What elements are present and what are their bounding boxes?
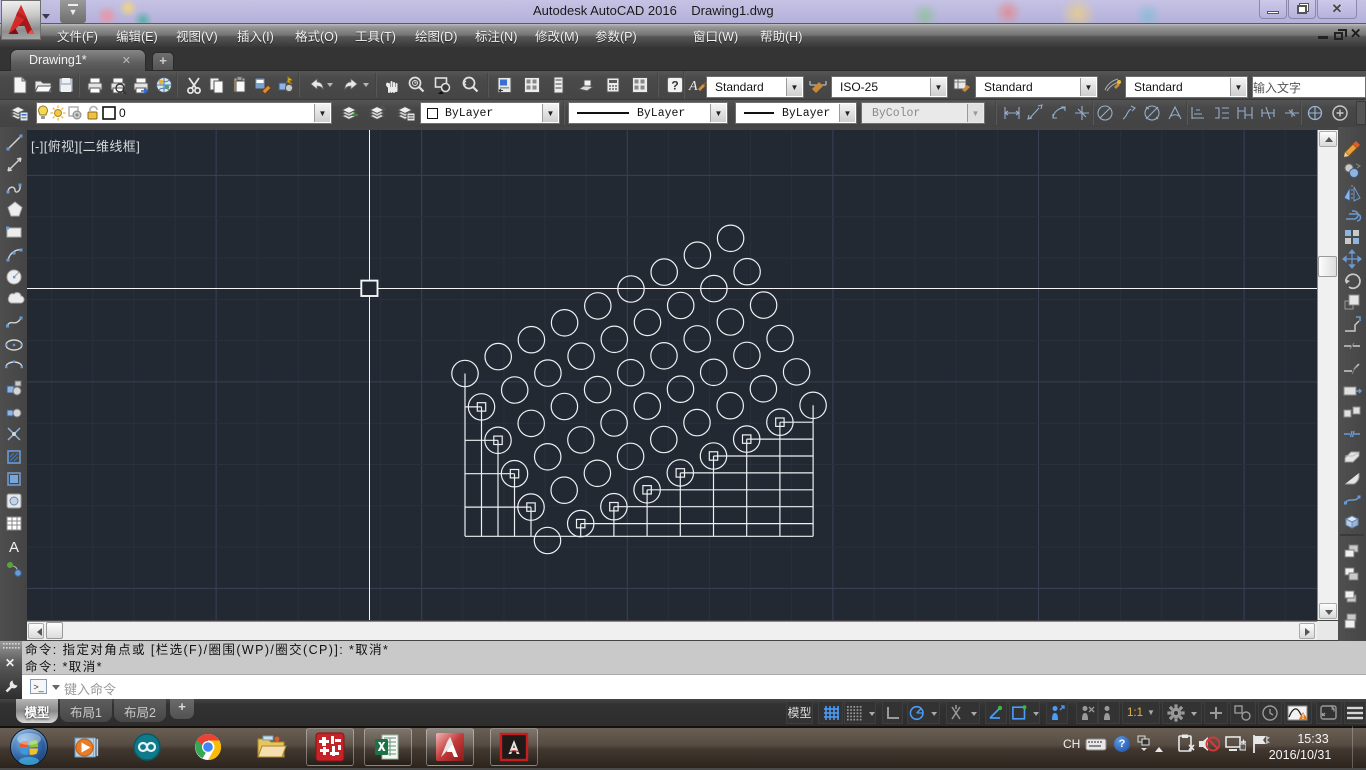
- svg-text:A: A: [9, 539, 19, 556]
- svg-text:!: !: [1302, 714, 1304, 721]
- svg-text:?: ?: [671, 79, 678, 93]
- svg-text:A: A: [688, 79, 698, 94]
